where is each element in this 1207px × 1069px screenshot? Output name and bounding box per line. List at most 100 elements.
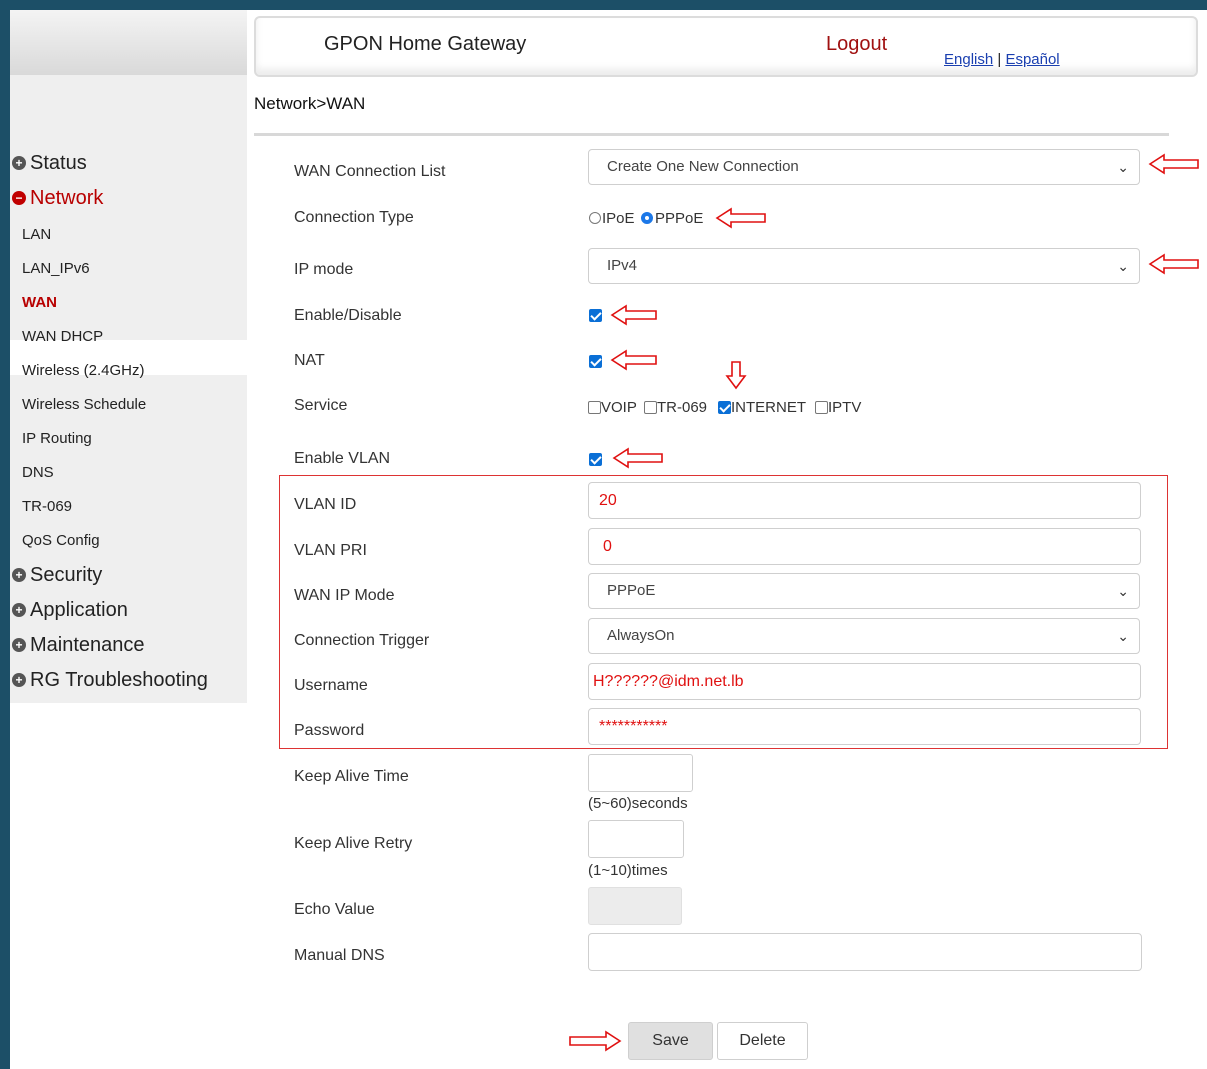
ipoe-label: IPoE: [602, 210, 635, 227]
enable-vlan-label: Enable VLAN: [294, 450, 391, 467]
annotation-arrow-left-icon: [1148, 253, 1199, 275]
keep-alive-retry-input[interactable]: [588, 820, 684, 858]
wan-ip-mode-label: WAN IP Mode: [294, 587, 395, 604]
logout-link[interactable]: Logout: [826, 33, 887, 56]
username-label: Username: [294, 677, 368, 694]
chevron-down-icon: ⌄: [1117, 159, 1129, 175]
enable-disable-checkbox[interactable]: [589, 309, 602, 322]
sidebar-item-ip-routing[interactable]: IP Routing: [22, 429, 92, 449]
enable-disable-label: Enable/Disable: [294, 307, 402, 324]
manual-dns-label: Manual DNS: [294, 947, 385, 964]
annotation-arrow-down-icon: [725, 361, 747, 390]
collapse-minus-icon: −: [12, 191, 26, 205]
lang-english-link[interactable]: English: [944, 51, 993, 68]
password-input[interactable]: ***********: [588, 708, 1141, 745]
pppoe-label: PPPoE: [655, 210, 704, 227]
pppoe-radio[interactable]: [641, 212, 653, 224]
ip-mode-value: IPv4: [607, 257, 638, 274]
ip-mode-label: IP mode: [294, 261, 354, 278]
sidebar-item-label: Application: [30, 599, 128, 621]
sidebar-item-lan-ipv6[interactable]: LAN_IPv6: [22, 259, 90, 279]
internet-label: INTERNET: [731, 399, 806, 416]
connection-type-label: Connection Type: [294, 209, 414, 226]
keep-alive-retry-label: Keep Alive Retry: [294, 835, 413, 852]
sidebar-item-application[interactable]: + Application: [12, 597, 128, 623]
expand-plus-icon: +: [12, 568, 26, 582]
delete-button[interactable]: Delete: [717, 1022, 808, 1060]
echo-value-input: [588, 887, 682, 925]
sidebar-item-security[interactable]: + Security: [12, 562, 102, 588]
keep-alive-time-label: Keep Alive Time: [294, 768, 409, 785]
sidebar-item-tr069[interactable]: TR-069: [22, 497, 72, 517]
vlan-pri-label: VLAN PRI: [294, 542, 367, 559]
sidebar: + Status − Network LAN LAN_IPv6 WAN WAN …: [10, 75, 247, 703]
sidebar-item-wireless[interactable]: Wireless (2.4GHz): [22, 361, 145, 381]
vlan-id-label: VLAN ID: [294, 496, 357, 513]
enable-vlan-checkbox[interactable]: [589, 453, 602, 466]
connection-trigger-select[interactable]: AlwaysOn ⌄: [588, 618, 1140, 654]
keep-alive-time-hint: (5~60)seconds: [588, 795, 688, 812]
internet-checkbox[interactable]: [718, 401, 731, 414]
iptv-label: IPTV: [828, 399, 862, 416]
app-title: GPON Home Gateway: [324, 33, 527, 55]
sidebar-item-qos-config[interactable]: QoS Config: [22, 531, 100, 551]
annotation-arrow-left-icon: [715, 207, 766, 229]
connection-trigger-value: AlwaysOn: [607, 627, 675, 644]
sidebar-item-wan-dhcp[interactable]: WAN DHCP: [22, 327, 103, 347]
voip-checkbox[interactable]: [588, 401, 601, 414]
vlan-id-input[interactable]: 20: [588, 482, 1141, 519]
sidebar-item-label: RG Troubleshooting: [30, 669, 208, 691]
sidebar-item-status[interactable]: + Status: [12, 150, 87, 176]
sidebar-item-maintenance[interactable]: + Maintenance: [12, 632, 145, 658]
divider: [254, 133, 1169, 136]
sidebar-item-label: Security: [30, 564, 103, 586]
keep-alive-retry-hint: (1~10)times: [588, 862, 668, 879]
iptv-checkbox[interactable]: [815, 401, 828, 414]
sidebar-header: [10, 10, 247, 75]
username-input[interactable]: H??????@idm.net.lb: [588, 663, 1141, 700]
language-switch: English | Español: [944, 51, 1060, 68]
echo-value-label: Echo Value: [294, 901, 375, 918]
annotation-arrow-right-icon: [569, 1030, 622, 1052]
chevron-down-icon: ⌄: [1117, 583, 1129, 599]
manual-dns-input[interactable]: [588, 933, 1142, 971]
lang-spanish-link[interactable]: Español: [1005, 51, 1059, 68]
lang-separator: |: [993, 51, 1006, 68]
sidebar-item-dns[interactable]: DNS: [22, 463, 54, 483]
chevron-down-icon: ⌄: [1117, 258, 1129, 274]
chevron-down-icon: ⌄: [1117, 628, 1129, 644]
breadcrumb: Network>WAN: [254, 94, 366, 113]
page-frame: + Status − Network LAN LAN_IPv6 WAN WAN …: [10, 10, 1207, 1069]
header-bar: GPON Home Gateway Logout English | Españ…: [254, 16, 1198, 77]
sidebar-item-wan[interactable]: WAN: [22, 293, 57, 313]
tr069-checkbox[interactable]: [644, 401, 657, 414]
vlan-pri-input[interactable]: 0: [588, 528, 1141, 565]
sidebar-item-network[interactable]: − Network: [12, 185, 103, 211]
connection-trigger-label: Connection Trigger: [294, 632, 430, 649]
expand-plus-icon: +: [12, 156, 26, 170]
ip-mode-select[interactable]: IPv4 ⌄: [588, 248, 1140, 284]
annotation-arrow-left-icon: [610, 304, 657, 326]
save-button[interactable]: Save: [628, 1022, 713, 1060]
sidebar-item-wireless-schedule[interactable]: Wireless Schedule: [22, 395, 146, 415]
password-label: Password: [294, 722, 365, 739]
nat-label: NAT: [294, 352, 325, 369]
wan-connection-list-value: Create One New Connection: [607, 158, 799, 175]
wan-connection-list-select[interactable]: Create One New Connection ⌄: [588, 149, 1140, 185]
nat-checkbox[interactable]: [589, 355, 602, 368]
sidebar-item-label: Maintenance: [30, 634, 145, 656]
annotation-arrow-left-icon: [1148, 153, 1199, 175]
wan-ip-mode-select[interactable]: PPPoE ⌄: [588, 573, 1140, 609]
keep-alive-time-input[interactable]: [588, 754, 693, 792]
wan-ip-mode-value: PPPoE: [607, 582, 656, 599]
expand-plus-icon: +: [12, 638, 26, 652]
expand-plus-icon: +: [12, 603, 26, 617]
expand-plus-icon: +: [12, 673, 26, 687]
ipoe-radio[interactable]: [589, 212, 601, 224]
sidebar-item-lan[interactable]: LAN: [22, 225, 51, 245]
service-label: Service: [294, 397, 348, 414]
tr069-label: TR-069: [657, 399, 708, 416]
sidebar-item-rg-troubleshooting[interactable]: + RG Troubleshooting: [12, 667, 208, 693]
annotation-arrow-left-icon: [612, 447, 663, 469]
voip-label: VOIP: [601, 399, 637, 416]
